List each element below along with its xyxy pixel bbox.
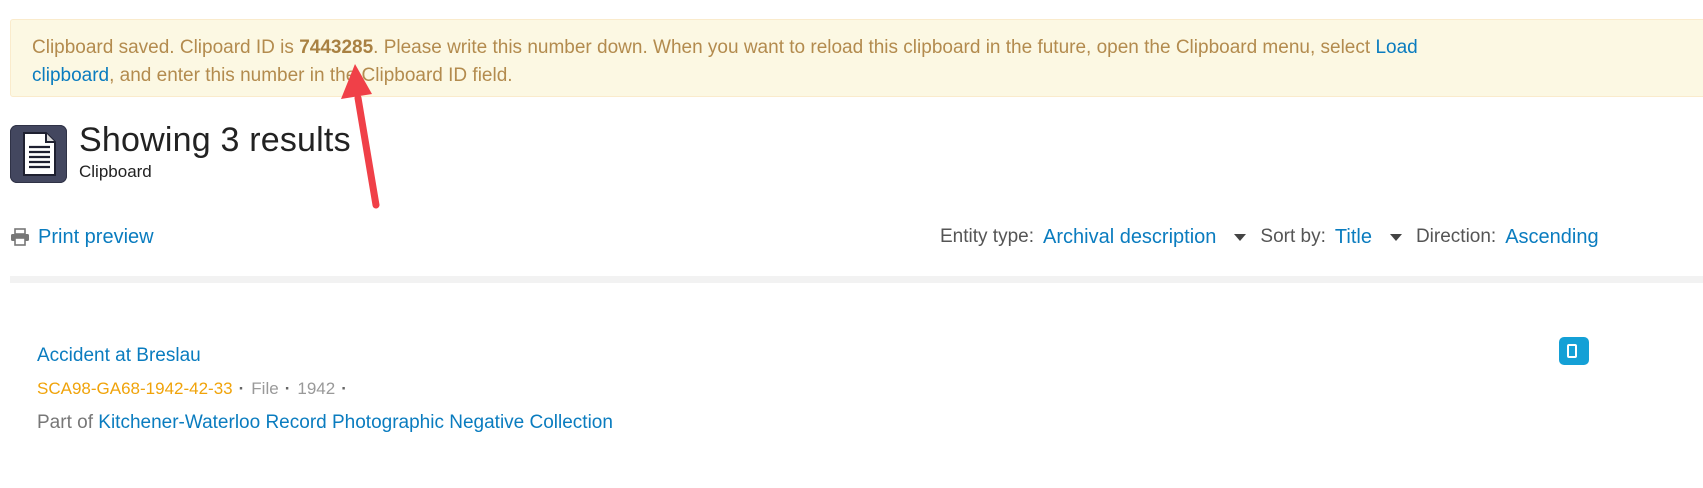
parent-collection-link[interactable]: Kitchener-Waterloo Record Photographic N… [98, 412, 613, 433]
sort-by-label: Sort by: [1260, 226, 1326, 247]
meta-separator: · [238, 379, 245, 398]
alert-text-middle: . Please write this number down. When yo… [373, 37, 1376, 58]
print-preview-label: Print preview [38, 225, 154, 248]
part-of-label: Part of [37, 412, 93, 433]
direction-label: Direction: [1415, 226, 1497, 247]
part-of-line: Part of Kitchener-Waterloo Record Photog… [37, 412, 613, 434]
load-clipboard-link[interactable]: Load [1375, 37, 1417, 58]
meta-separator: · [284, 379, 291, 398]
entity-type-caret-icon[interactable] [1234, 233, 1247, 241]
clipboard-toggle-button[interactable] [1559, 337, 1589, 365]
page-title: Showing 3 results [79, 121, 351, 159]
print-preview-link[interactable]: Print preview [10, 225, 154, 249]
level-of-description: File [251, 379, 279, 398]
sort-by-caret-icon[interactable] [1389, 233, 1402, 241]
result-meta: SCA98-GA68-1942-42-33 · File · 1942 · [37, 379, 354, 399]
load-clipboard-link-cont[interactable]: clipboard [32, 65, 109, 86]
clipboard-icon [1567, 344, 1577, 358]
document-icon [10, 125, 67, 183]
meta-separator: · [341, 379, 347, 398]
page-subtitle: Clipboard [79, 162, 152, 181]
result-title-link[interactable]: Accident at Breslau [37, 345, 201, 367]
direction-dropdown[interactable]: Ascending [1505, 226, 1598, 249]
entity-type-dropdown[interactable]: Archival description [1043, 226, 1216, 249]
result-date: 1942 [297, 379, 336, 398]
alert-text-prefix: Clipboard saved. Clipoard ID is [32, 37, 300, 58]
sort-by-dropdown[interactable]: Title [1335, 226, 1372, 249]
printer-icon [10, 228, 30, 246]
clipboard-saved-alert: Clipboard saved. Clipoard ID is 7443285.… [10, 19, 1703, 97]
clipboard-id: 7443285 [299, 37, 374, 58]
reference-code: SCA98-GA68-1942-42-33 [37, 379, 233, 398]
section-divider [10, 276, 1703, 283]
sort-filter-bar: Entity type: Archival description Sort b… [940, 224, 1599, 250]
alert-text-suffix: , and enter this number in the Clipboard… [109, 65, 513, 86]
entity-type-label: Entity type: [940, 226, 1034, 247]
